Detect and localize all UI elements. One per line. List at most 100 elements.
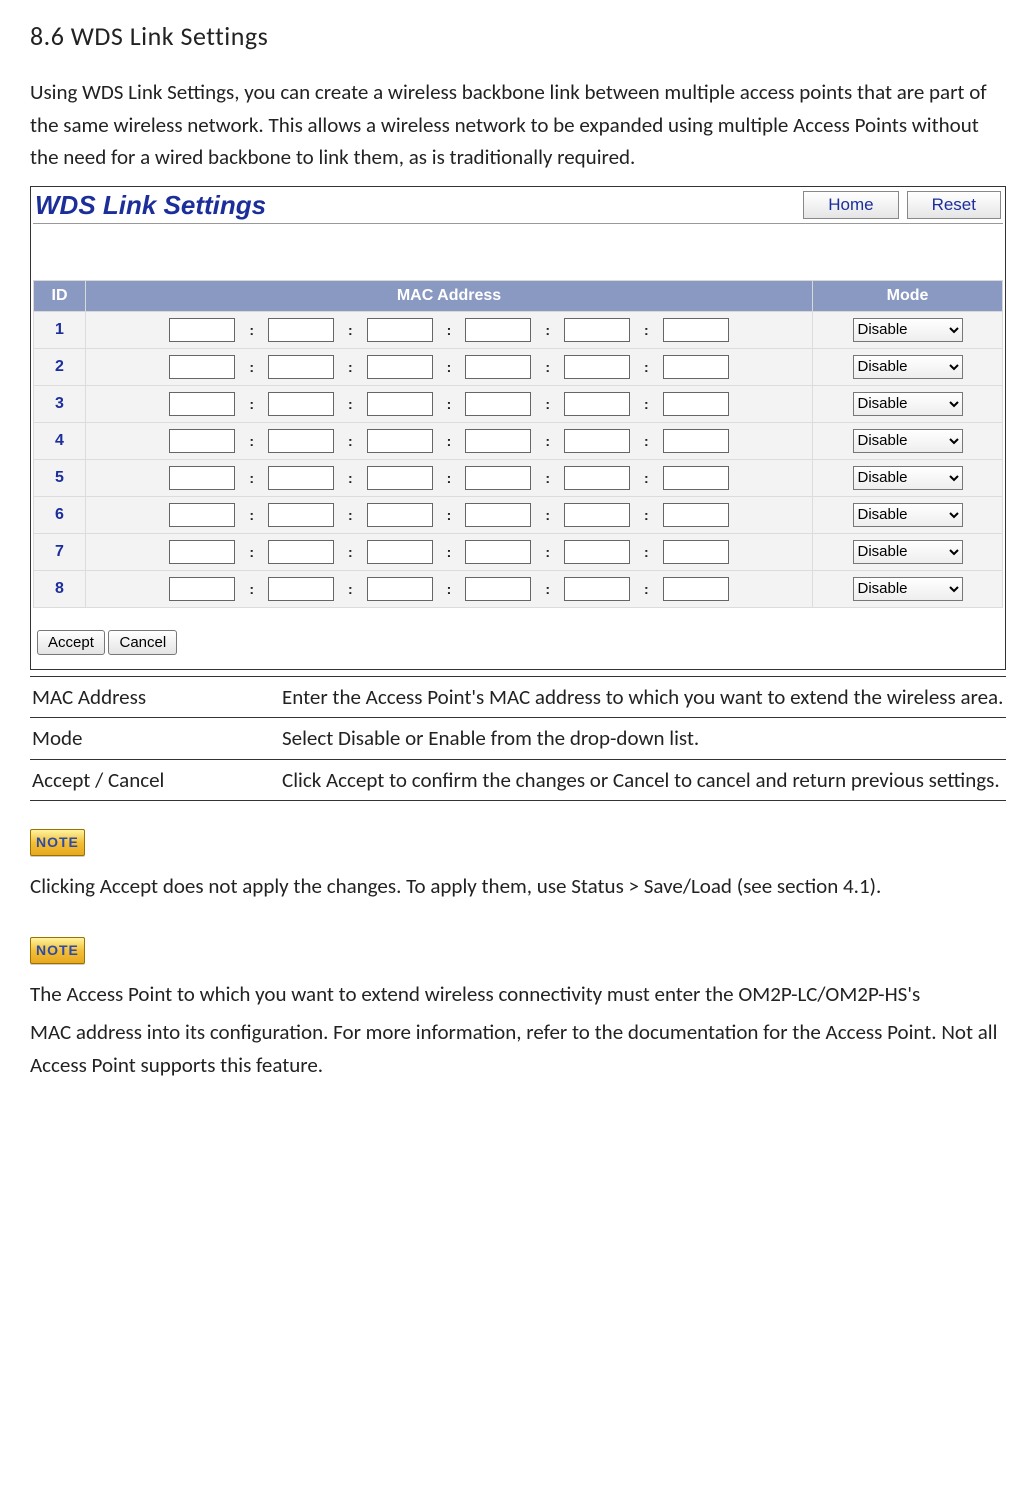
- mac-segment-input[interactable]: [663, 429, 729, 453]
- mac-segment-input[interactable]: [564, 503, 630, 527]
- mac-segment-input[interactable]: [367, 466, 433, 490]
- mac-colon: :: [447, 322, 452, 338]
- mac-segment-input[interactable]: [169, 540, 235, 564]
- mac-colon: :: [447, 544, 452, 560]
- note-badge: NOTE: [30, 937, 85, 964]
- row-id: 5: [34, 459, 86, 496]
- mac-segment-input[interactable]: [564, 318, 630, 342]
- mac-segment-input[interactable]: [268, 318, 334, 342]
- mac-segment-input[interactable]: [663, 318, 729, 342]
- mac-segment-input[interactable]: [663, 355, 729, 379]
- row-id: 4: [34, 422, 86, 459]
- mac-segment-input[interactable]: [663, 466, 729, 490]
- table-row: 2:::::DisableEnable: [34, 348, 1003, 385]
- mac-segment-input[interactable]: [564, 466, 630, 490]
- mac-segment-input[interactable]: [367, 503, 433, 527]
- mac-segment-input[interactable]: [465, 503, 531, 527]
- note-label: NOTE: [36, 834, 79, 850]
- mac-segment-input[interactable]: [367, 392, 433, 416]
- mac-colon: :: [348, 433, 353, 449]
- accept-button[interactable]: Accept: [37, 630, 105, 655]
- mac-segment-input[interactable]: [465, 466, 531, 490]
- row-mode: DisableEnable: [813, 496, 1003, 533]
- mode-select[interactable]: DisableEnable: [853, 429, 963, 453]
- mac-segment-input[interactable]: [169, 392, 235, 416]
- mac-colon: :: [249, 396, 254, 412]
- mac-segment-input[interactable]: [367, 318, 433, 342]
- mac-segment-input[interactable]: [268, 503, 334, 527]
- mac-segment-input[interactable]: [169, 429, 235, 453]
- mac-colon: :: [447, 433, 452, 449]
- definition-row: ModeSelect Disable or Enable from the dr…: [30, 718, 1006, 760]
- mac-colon: :: [249, 470, 254, 486]
- mac-segment-input[interactable]: [564, 355, 630, 379]
- intro-paragraph: Using WDS Link Settings, you can create …: [30, 76, 1006, 174]
- mac-segment-input[interactable]: [663, 577, 729, 601]
- mac-segment-input[interactable]: [268, 355, 334, 379]
- mac-colon: :: [644, 322, 649, 338]
- row-mac: :::::: [86, 348, 813, 385]
- row-mac: :::::: [86, 422, 813, 459]
- mac-segment-input[interactable]: [169, 577, 235, 601]
- definition-desc: Select Disable or Enable from the drop-d…: [280, 718, 1006, 760]
- home-button[interactable]: Home: [803, 191, 898, 219]
- mac-segment-input[interactable]: [367, 540, 433, 564]
- mode-select[interactable]: DisableEnable: [853, 466, 963, 490]
- mac-segment-input[interactable]: [564, 429, 630, 453]
- mac-segment-input[interactable]: [465, 429, 531, 453]
- mac-segment-input[interactable]: [268, 429, 334, 453]
- mac-colon: :: [447, 396, 452, 412]
- mode-select[interactable]: DisableEnable: [853, 503, 963, 527]
- mac-segment-input[interactable]: [663, 503, 729, 527]
- row-mac: :::::: [86, 496, 813, 533]
- mac-segment-input[interactable]: [268, 392, 334, 416]
- mac-segment-input[interactable]: [465, 318, 531, 342]
- definition-desc: Click Accept to confirm the changes or C…: [280, 759, 1006, 801]
- mode-select[interactable]: DisableEnable: [853, 318, 963, 342]
- mac-segment-input[interactable]: [465, 540, 531, 564]
- definition-term: Accept / Cancel: [30, 759, 280, 801]
- reset-button[interactable]: Reset: [907, 191, 1001, 219]
- row-mac: :::::: [86, 533, 813, 570]
- table-row: 3:::::DisableEnable: [34, 385, 1003, 422]
- table-row: 5:::::DisableEnable: [34, 459, 1003, 496]
- mac-colon: :: [644, 433, 649, 449]
- mac-segment-input[interactable]: [268, 577, 334, 601]
- mac-segment-input[interactable]: [169, 503, 235, 527]
- mac-colon: :: [348, 359, 353, 375]
- mac-segment-input[interactable]: [465, 577, 531, 601]
- mac-segment-input[interactable]: [564, 577, 630, 601]
- mode-select[interactable]: DisableEnable: [853, 577, 963, 601]
- mac-colon: :: [644, 507, 649, 523]
- mac-colon: :: [447, 581, 452, 597]
- mode-select[interactable]: DisableEnable: [853, 355, 963, 379]
- mac-segment-input[interactable]: [564, 540, 630, 564]
- wds-table: ID MAC Address Mode 1:::::DisableEnable2…: [33, 280, 1003, 608]
- mac-colon: :: [644, 359, 649, 375]
- mac-segment-input[interactable]: [367, 577, 433, 601]
- mac-segment-input[interactable]: [268, 540, 334, 564]
- mac-segment-input[interactable]: [268, 466, 334, 490]
- row-mode: DisableEnable: [813, 348, 1003, 385]
- mac-colon: :: [545, 433, 550, 449]
- mac-segment-input[interactable]: [367, 355, 433, 379]
- definition-row: Accept / CancelClick Accept to confirm t…: [30, 759, 1006, 801]
- mac-segment-input[interactable]: [465, 392, 531, 416]
- cancel-button[interactable]: Cancel: [108, 630, 177, 655]
- mac-segment-input[interactable]: [367, 429, 433, 453]
- mac-colon: :: [249, 433, 254, 449]
- mode-select[interactable]: DisableEnable: [853, 540, 963, 564]
- mode-select[interactable]: DisableEnable: [853, 392, 963, 416]
- mac-segment-input[interactable]: [663, 540, 729, 564]
- mac-segment-input[interactable]: [169, 466, 235, 490]
- mac-colon: :: [348, 470, 353, 486]
- mac-segment-input[interactable]: [465, 355, 531, 379]
- mac-segment-input[interactable]: [169, 318, 235, 342]
- mac-colon: :: [348, 507, 353, 523]
- mac-segment-input[interactable]: [663, 392, 729, 416]
- row-id: 1: [34, 311, 86, 348]
- mac-segment-input[interactable]: [169, 355, 235, 379]
- row-mac: :::::: [86, 311, 813, 348]
- mac-segment-input[interactable]: [564, 392, 630, 416]
- mac-colon: :: [249, 359, 254, 375]
